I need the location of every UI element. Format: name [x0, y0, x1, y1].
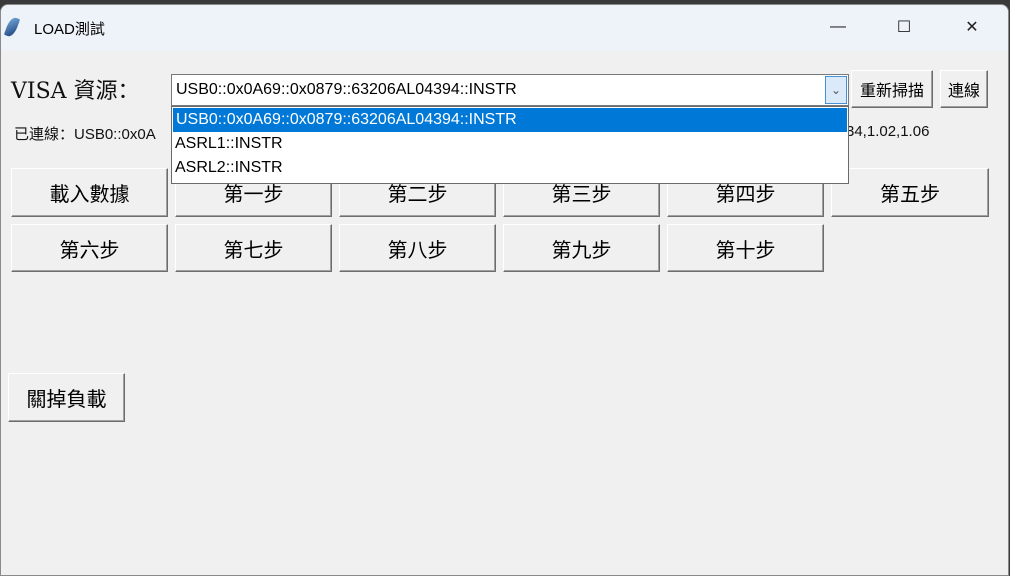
- dropdown-option[interactable]: ASRL2::INSTR: [172, 156, 848, 180]
- load-data-button[interactable]: 載入數據: [11, 168, 168, 217]
- feather-icon: [3, 15, 21, 39]
- step-8-button[interactable]: 第八步: [339, 224, 496, 272]
- combobox-value: USB0::0x0A69::0x0879::63206AL04394::INST…: [176, 81, 517, 98]
- step-7-button[interactable]: 第七步: [175, 224, 332, 272]
- turn-off-load-button[interactable]: 關掉負載: [8, 373, 125, 422]
- visa-resource-dropdown-list: USB0::0x0A69::0x0879::63206AL04394::INST…: [171, 106, 849, 184]
- step-10-button[interactable]: 第十步: [667, 224, 824, 272]
- step-9-button[interactable]: 第九步: [503, 224, 660, 272]
- visa-resource-label: VISA 資源：: [11, 79, 140, 104]
- dropdown-option[interactable]: USB0::0x0A69::0x0879::63206AL04394::INST…: [173, 108, 847, 132]
- chevron-down-icon[interactable]: ⌄: [825, 76, 847, 104]
- minimize-button[interactable]: —: [815, 5, 861, 49]
- maximize-button[interactable]: ☐: [881, 5, 927, 49]
- app-window: LOAD測試 — ☐ ✕ VISA 資源： USB0::0x0A69::0x08…: [0, 4, 1009, 576]
- title-bar: LOAD測試 — ☐ ✕: [1, 5, 1008, 51]
- connection-status: 已連線：USB0::0x0A: [14, 126, 156, 143]
- connection-status-tail: 34,1.02,1.06: [846, 123, 930, 140]
- visa-resource-combobox[interactable]: USB0::0x0A69::0x0879::63206AL04394::INST…: [171, 74, 849, 106]
- window-title: LOAD測試: [34, 21, 105, 38]
- dropdown-option[interactable]: ASRL1::INSTR: [172, 132, 848, 156]
- connect-button[interactable]: 連線: [940, 70, 988, 108]
- step-5-button[interactable]: 第五步: [831, 168, 989, 217]
- close-button[interactable]: ✕: [949, 5, 995, 49]
- rescan-button[interactable]: 重新掃描: [851, 70, 933, 108]
- step-6-button[interactable]: 第六步: [11, 224, 168, 272]
